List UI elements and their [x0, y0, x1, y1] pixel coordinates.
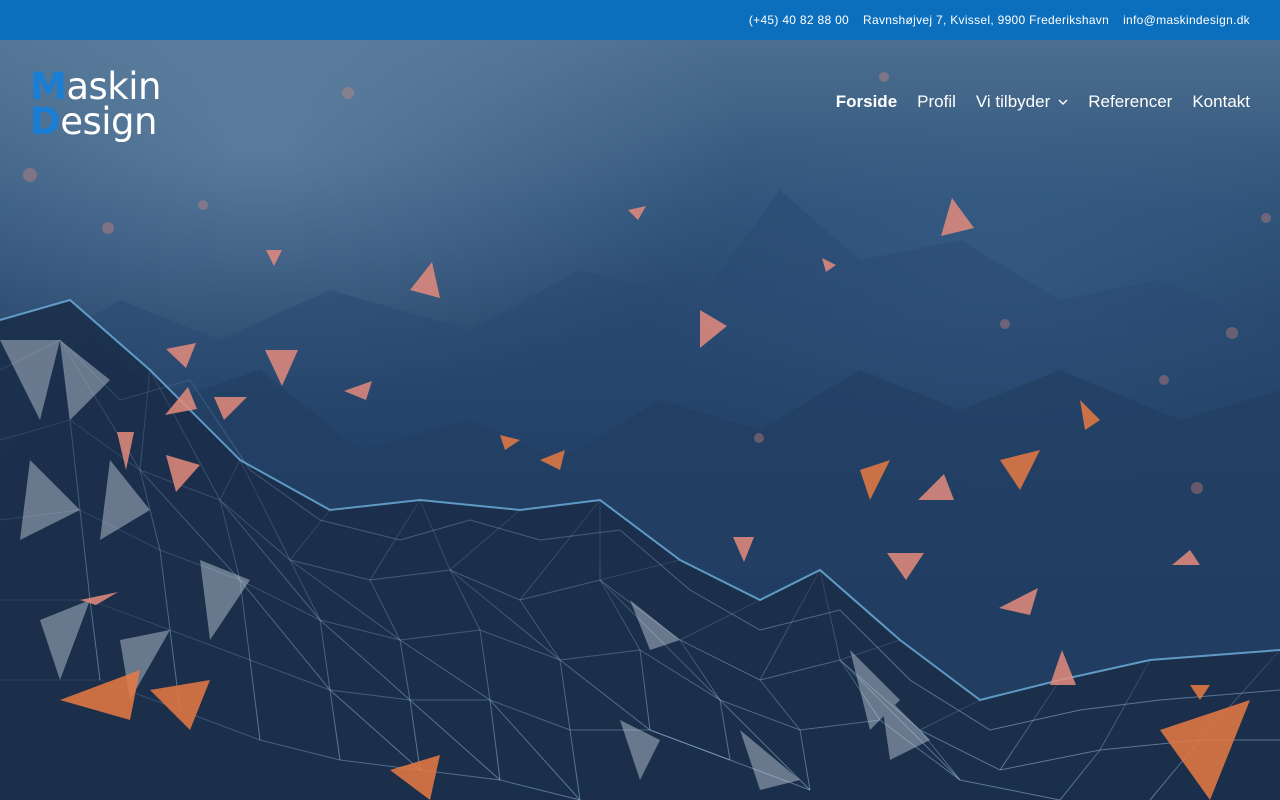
maskin-design-logo[interactable]: Maskin Design — [30, 68, 190, 144]
phone-link[interactable]: (+45) 40 82 88 00 — [749, 13, 849, 27]
nav-item-kontakt[interactable]: Kontakt — [1192, 92, 1250, 112]
chevron-down-icon — [1058, 91, 1068, 111]
nav-item-vi-tilbyder[interactable]: Vi tilbyder — [976, 92, 1068, 112]
logo-line-2: Design — [30, 100, 157, 143]
address-link[interactable]: Ravnshøjvej 7, Kvissel, 9900 Frederiksha… — [863, 13, 1109, 27]
nav-item-profil[interactable]: Profil — [917, 92, 956, 112]
nav-item-forside[interactable]: Forside — [836, 92, 897, 112]
nav-item-referencer[interactable]: Referencer — [1088, 92, 1172, 112]
site-header: Maskin Design Forside Profil Vi tilbyder… — [0, 40, 1280, 170]
email-link[interactable]: info@maskindesign.dk — [1123, 13, 1250, 27]
page: (+45) 40 82 88 00 Ravnshøjvej 7, Kvissel… — [0, 0, 1280, 800]
main-navigation: Forside Profil Vi tilbyder Referencer Ko… — [816, 92, 1250, 112]
nav-item-vi-tilbyder-label: Vi tilbyder — [975, 92, 1051, 111]
contact-bar: (+45) 40 82 88 00 Ravnshøjvej 7, Kvissel… — [0, 0, 1280, 40]
